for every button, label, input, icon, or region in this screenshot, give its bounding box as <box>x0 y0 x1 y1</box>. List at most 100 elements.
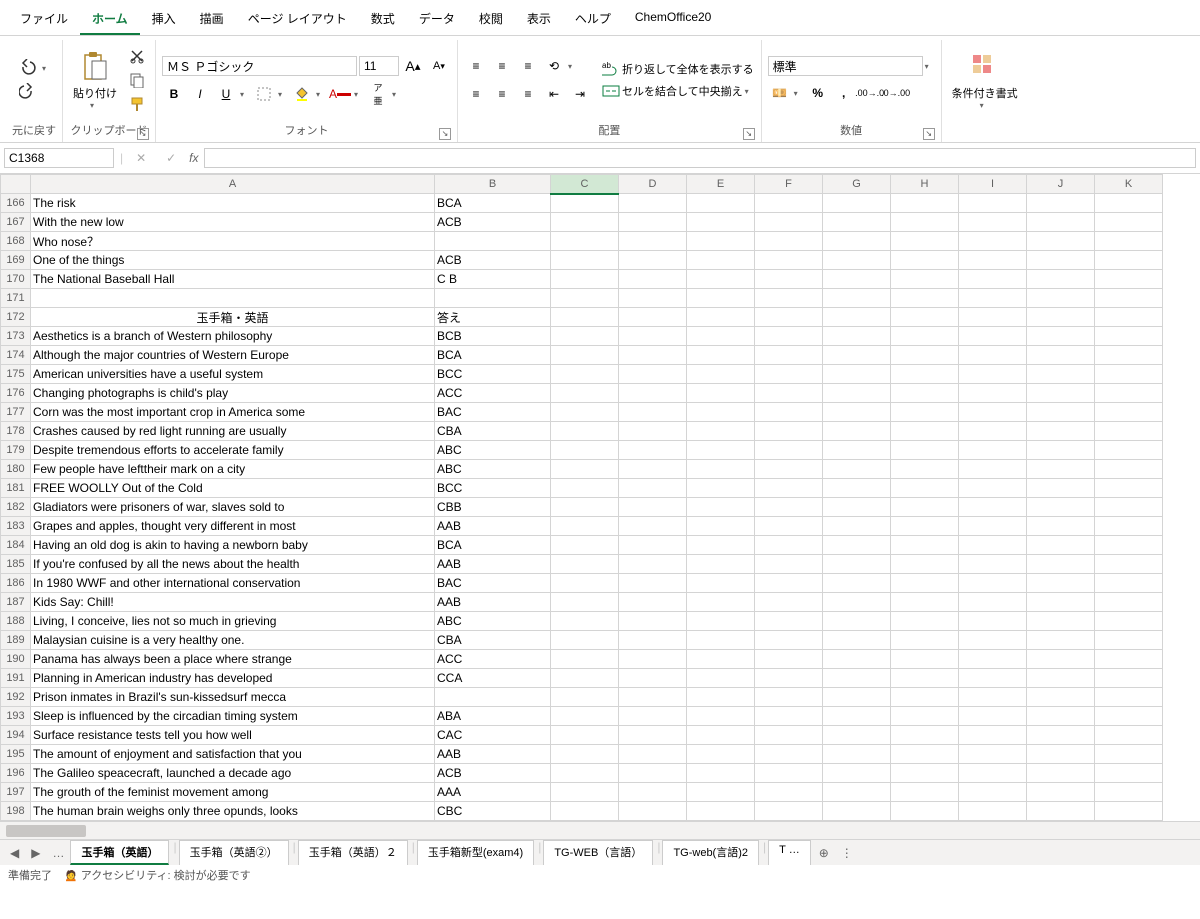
cell[interactable] <box>551 574 619 593</box>
cell[interactable] <box>687 707 755 726</box>
cell[interactable] <box>1095 783 1163 802</box>
cell[interactable] <box>551 783 619 802</box>
cell[interactable] <box>891 308 959 327</box>
alignment-dialog-launcher[interactable]: ↘ <box>743 128 755 140</box>
cell[interactable] <box>891 441 959 460</box>
cell[interactable] <box>891 650 959 669</box>
row-header[interactable]: 196 <box>1 764 31 783</box>
cell[interactable] <box>619 308 687 327</box>
cell[interactable] <box>619 802 687 821</box>
cell[interactable]: AAB <box>435 555 551 574</box>
cell[interactable] <box>1027 479 1095 498</box>
cell[interactable] <box>1095 251 1163 270</box>
cell[interactable] <box>687 308 755 327</box>
cell[interactable] <box>891 536 959 555</box>
row-header[interactable]: 198 <box>1 802 31 821</box>
cell[interactable]: Few people have lefttheir mark on a city <box>31 460 435 479</box>
cell[interactable] <box>1095 688 1163 707</box>
cell[interactable] <box>619 726 687 745</box>
cell[interactable] <box>891 289 959 308</box>
cell[interactable] <box>959 745 1027 764</box>
cell[interactable] <box>551 536 619 555</box>
cell[interactable] <box>687 669 755 688</box>
cell[interactable] <box>1027 270 1095 289</box>
cell[interactable] <box>551 555 619 574</box>
cell[interactable]: The National Baseball Hall <box>31 270 435 289</box>
cell[interactable] <box>619 365 687 384</box>
cell[interactable] <box>1095 498 1163 517</box>
cell[interactable] <box>551 650 619 669</box>
cell[interactable] <box>891 479 959 498</box>
cell[interactable] <box>1095 479 1163 498</box>
cell[interactable] <box>755 479 823 498</box>
row-header[interactable]: 180 <box>1 460 31 479</box>
cell[interactable] <box>959 327 1027 346</box>
cell[interactable]: Malaysian cuisine is a very healthy one. <box>31 631 435 650</box>
cell[interactable]: With the new low <box>31 213 435 232</box>
cell[interactable] <box>687 194 755 213</box>
column-header-C[interactable]: C <box>551 175 619 194</box>
cell[interactable] <box>1095 232 1163 251</box>
conditional-formatting-button[interactable]: 条件付き書式▾ <box>948 49 1022 112</box>
cell[interactable]: CBA <box>435 631 551 650</box>
cell[interactable] <box>891 707 959 726</box>
cell[interactable]: CBA <box>435 422 551 441</box>
cell[interactable] <box>823 764 891 783</box>
cell[interactable] <box>755 593 823 612</box>
row-header[interactable]: 182 <box>1 498 31 517</box>
cell[interactable] <box>551 213 619 232</box>
cell[interactable]: CCA <box>435 669 551 688</box>
cell[interactable] <box>619 517 687 536</box>
cell[interactable]: FREE WOOLLY Out of the Cold <box>31 479 435 498</box>
cell[interactable] <box>1095 270 1163 289</box>
cell[interactable] <box>1027 802 1095 821</box>
cell[interactable] <box>823 346 891 365</box>
cell[interactable]: ACC <box>435 650 551 669</box>
cell[interactable] <box>687 422 755 441</box>
cell[interactable]: The Galileo speacecraft, launched a deca… <box>31 764 435 783</box>
cell[interactable] <box>959 631 1027 650</box>
accounting-format-button[interactable]: 💴 <box>768 82 792 104</box>
cell[interactable] <box>619 764 687 783</box>
cell[interactable] <box>823 479 891 498</box>
cell[interactable] <box>619 650 687 669</box>
cell[interactable] <box>755 517 823 536</box>
sheet-tab[interactable]: TG-web(言語)2 <box>662 840 759 865</box>
cell[interactable]: BCA <box>435 194 551 213</box>
row-header[interactable]: 166 <box>1 194 31 213</box>
cell[interactable] <box>1027 251 1095 270</box>
cell[interactable] <box>551 688 619 707</box>
name-box[interactable] <box>4 148 114 168</box>
undo-button[interactable] <box>16 57 40 79</box>
cell[interactable] <box>823 574 891 593</box>
cell[interactable] <box>823 365 891 384</box>
row-header[interactable]: 172 <box>1 308 31 327</box>
cell[interactable] <box>823 251 891 270</box>
cell[interactable] <box>687 631 755 650</box>
cell[interactable] <box>823 536 891 555</box>
cell[interactable] <box>687 783 755 802</box>
cell[interactable] <box>823 650 891 669</box>
orientation-button[interactable]: ⟲ <box>542 55 566 77</box>
cell[interactable]: 玉手箱・英語 <box>31 308 435 327</box>
row-header[interactable]: 194 <box>1 726 31 745</box>
cell[interactable]: ABC <box>435 460 551 479</box>
row-header[interactable]: 195 <box>1 745 31 764</box>
cell[interactable]: Despite tremendous efforts to accelerate… <box>31 441 435 460</box>
cell[interactable]: Grapes and apples, thought very differen… <box>31 517 435 536</box>
font-name-select[interactable] <box>162 56 357 76</box>
cell[interactable]: The grouth of the feminist movement amon… <box>31 783 435 802</box>
column-header-I[interactable]: I <box>959 175 1027 194</box>
cell[interactable] <box>619 251 687 270</box>
row-header[interactable]: 174 <box>1 346 31 365</box>
cell[interactable] <box>1095 289 1163 308</box>
cell[interactable] <box>891 612 959 631</box>
cell[interactable] <box>687 726 755 745</box>
enter-formula-button[interactable]: ✓ <box>159 147 183 169</box>
column-header-G[interactable]: G <box>823 175 891 194</box>
cell[interactable] <box>1027 707 1095 726</box>
cell[interactable] <box>435 232 551 251</box>
cell[interactable] <box>1027 365 1095 384</box>
cell[interactable] <box>687 346 755 365</box>
cell[interactable]: AAB <box>435 745 551 764</box>
